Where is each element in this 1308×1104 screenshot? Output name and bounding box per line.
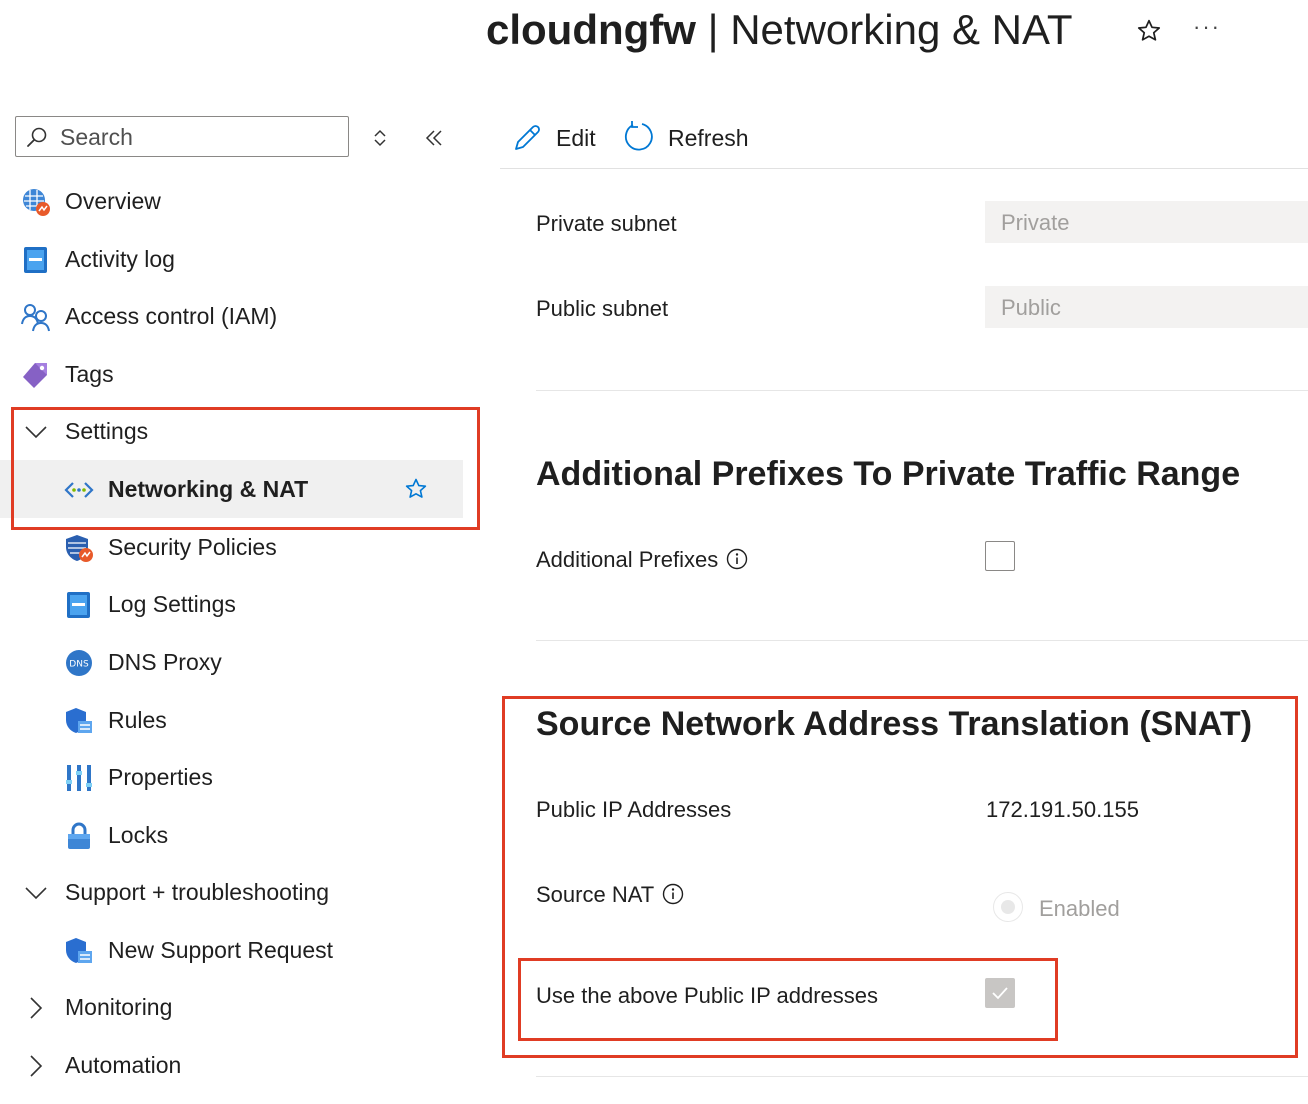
- edit-label: Edit: [556, 125, 596, 151]
- section-divider: [536, 390, 1308, 391]
- sidebar-item-label: Properties: [108, 764, 213, 790]
- additional-prefixes-heading: Additional Prefixes To Private Traffic R…: [536, 455, 1241, 493]
- sidebar-item-new-support-request[interactable]: New Support Request: [0, 926, 480, 976]
- sidebar-item-dns-proxy[interactable]: DNS DNS Proxy: [0, 638, 480, 688]
- highlight-box-use-above-ip: [518, 958, 1058, 1041]
- sidebar-group-monitoring[interactable]: Monitoring: [0, 983, 480, 1033]
- favorite-star-icon[interactable]: [1136, 18, 1162, 44]
- section-divider: [536, 640, 1308, 641]
- additional-prefixes-checkbox[interactable]: [985, 541, 1015, 571]
- sidebar-item-rules[interactable]: Rules: [0, 696, 480, 746]
- toolbar-divider: [500, 168, 1308, 169]
- sidebar-item-label: Activity log: [65, 246, 175, 272]
- page-title: cloudngfw | Networking & NAT: [486, 6, 1073, 54]
- log-settings-icon: [67, 592, 90, 618]
- chevron-down-icon: [25, 887, 47, 900]
- iam-people-icon: [21, 304, 50, 332]
- rules-shield-icon: [66, 708, 92, 733]
- search-input[interactable]: [58, 121, 342, 153]
- sidebar-item-label: Tags: [65, 361, 114, 387]
- chevron-right-icon: [30, 997, 43, 1019]
- properties-bars-icon: [66, 765, 92, 791]
- edit-button[interactable]: Edit: [512, 118, 602, 158]
- sidebar-item-tags[interactable]: Tags: [0, 350, 480, 400]
- sidebar-item-properties[interactable]: Properties: [0, 753, 480, 803]
- sidebar-item-access-control[interactable]: Access control (IAM): [0, 292, 480, 342]
- collapse-sidebar-icon[interactable]: [424, 128, 444, 148]
- sidebar-item-label: DNS Proxy: [108, 649, 222, 675]
- refresh-button[interactable]: Refresh: [623, 118, 753, 158]
- sidebar-item-security-policies[interactable]: Security Policies: [0, 523, 480, 573]
- sidebar-item-label: Rules: [108, 707, 167, 733]
- sidebar-item-label: Log Settings: [108, 591, 236, 617]
- refresh-label: Refresh: [668, 125, 749, 151]
- info-icon[interactable]: [726, 548, 748, 570]
- security-shield-icon: [66, 535, 93, 562]
- more-options-icon[interactable]: ···: [1193, 14, 1221, 40]
- chevron-right-icon: [30, 1055, 43, 1077]
- sidebar-item-label: Locks: [108, 822, 169, 848]
- dns-icon-text: DNS: [69, 660, 89, 670]
- sort-updown-icon[interactable]: [372, 128, 388, 148]
- additional-prefixes-label: Additional Prefixes: [536, 547, 748, 573]
- page-name: Networking & NAT: [730, 6, 1073, 53]
- tag-icon: [23, 363, 47, 388]
- sidebar-group-support[interactable]: Support + troubleshooting: [0, 868, 480, 918]
- sidebar-group-label: Monitoring: [65, 994, 173, 1020]
- highlight-box-settings: [11, 407, 480, 530]
- private-subnet-field[interactable]: Private: [985, 201, 1308, 243]
- search-box[interactable]: [15, 116, 349, 157]
- refresh-icon: [624, 121, 653, 151]
- private-subnet-label: Private subnet: [536, 211, 677, 236]
- sidebar-item-label: Access control (IAM): [65, 303, 278, 329]
- sidebar-item-label: New Support Request: [108, 937, 334, 963]
- public-subnet-label: Public subnet: [536, 296, 669, 321]
- sidebar-item-log-settings[interactable]: Log Settings: [0, 580, 480, 630]
- pencil-icon: [515, 125, 540, 150]
- sidebar-group-label: Support + troubleshooting: [65, 879, 330, 905]
- sidebar-item-label: Overview: [65, 188, 161, 214]
- support-request-icon: [66, 938, 92, 963]
- dns-icon: DNS: [66, 650, 92, 676]
- lock-icon: [68, 822, 90, 849]
- search-icon: [27, 127, 47, 147]
- sidebar-item-locks[interactable]: Locks: [0, 811, 480, 861]
- section-divider: [536, 1076, 1308, 1077]
- sidebar-group-automation[interactable]: Automation: [0, 1041, 480, 1091]
- additional-prefixes-text: Additional Prefixes: [536, 547, 719, 572]
- activity-log-icon: [24, 247, 47, 273]
- resource-name: cloudngfw: [486, 6, 696, 53]
- firewall-overview-icon: [23, 189, 50, 216]
- title-separator: |: [695, 6, 731, 53]
- sidebar-item-overview[interactable]: Overview: [0, 177, 480, 227]
- sidebar-item-activity-log[interactable]: Activity log: [0, 235, 480, 285]
- sidebar-item-label: Security Policies: [108, 534, 277, 560]
- sidebar-group-label: Automation: [65, 1052, 182, 1078]
- public-subnet-field[interactable]: Public: [985, 286, 1308, 328]
